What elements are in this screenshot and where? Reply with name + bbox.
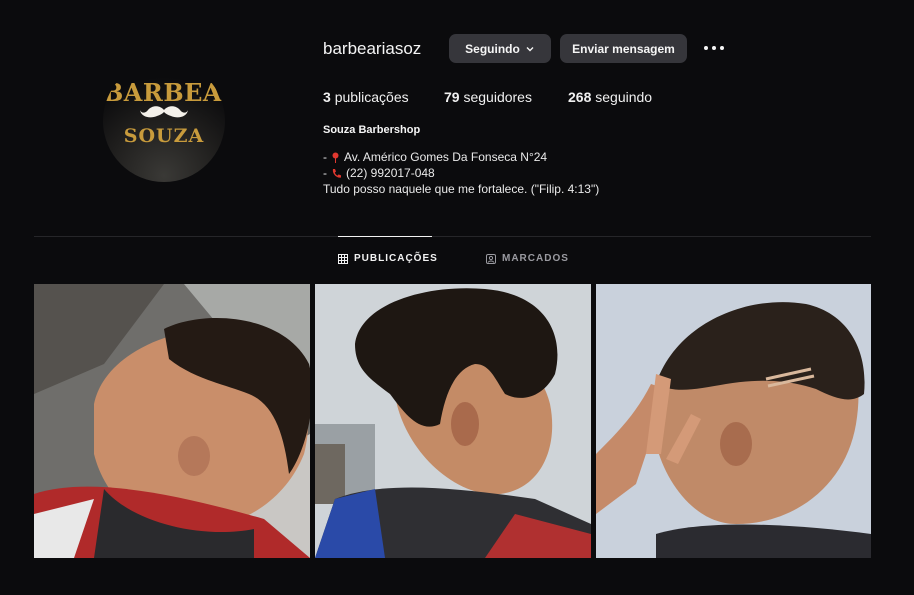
- following-stat[interactable]: 268 seguindo: [568, 89, 652, 105]
- grid-icon: [338, 253, 348, 264]
- phone-icon: [332, 168, 341, 178]
- profile-username: barbeariasoz: [323, 39, 422, 58]
- haircut-photo: [315, 284, 591, 558]
- post-thumbnail[interactable]: [315, 284, 591, 558]
- post-thumbnail[interactable]: [34, 284, 310, 558]
- more-options-icon[interactable]: [701, 43, 727, 53]
- tagged-icon: [486, 253, 496, 264]
- haircut-photo: [596, 284, 871, 558]
- logo-text-top: BARBEARIA: [103, 78, 225, 107]
- tab-tagged-label: MARCADOS: [502, 253, 569, 264]
- logo-text-bottom: SOUZA: [123, 125, 205, 147]
- followers-stat[interactable]: 79 seguidores: [444, 89, 532, 105]
- chevron-down-icon: [526, 46, 534, 51]
- tab-tagged[interactable]: MARCADOS: [486, 253, 569, 264]
- following-button-label: Seguindo: [465, 41, 520, 56]
- post-thumbnail[interactable]: [596, 284, 871, 558]
- mustache-icon: [140, 106, 188, 118]
- send-message-button[interactable]: Enviar mensagem: [560, 34, 687, 63]
- tab-posts[interactable]: PUBLICAÇÕES: [338, 253, 438, 264]
- location-pin-icon: [332, 152, 339, 163]
- haircut-photo: [34, 284, 310, 558]
- tabs-divider: [34, 236, 871, 237]
- bio-phone-line: - (22) 992017-048: [323, 166, 435, 180]
- bio-address-line: - Av. Américo Gomes Da Fonseca N°24: [323, 150, 548, 164]
- profile-display-name: Souza Barbershop: [323, 124, 421, 136]
- profile-avatar[interactable]: BARBEARIA SOUZA: [103, 60, 225, 182]
- tab-posts-label: PUBLICAÇÕES: [354, 253, 438, 264]
- posts-count-stat: 3 publicações: [323, 89, 409, 105]
- following-button[interactable]: Seguindo: [449, 34, 551, 63]
- active-tab-indicator: [338, 236, 432, 237]
- bio-quote-line: Tudo posso naquele que me fortalece. ("F…: [323, 182, 600, 196]
